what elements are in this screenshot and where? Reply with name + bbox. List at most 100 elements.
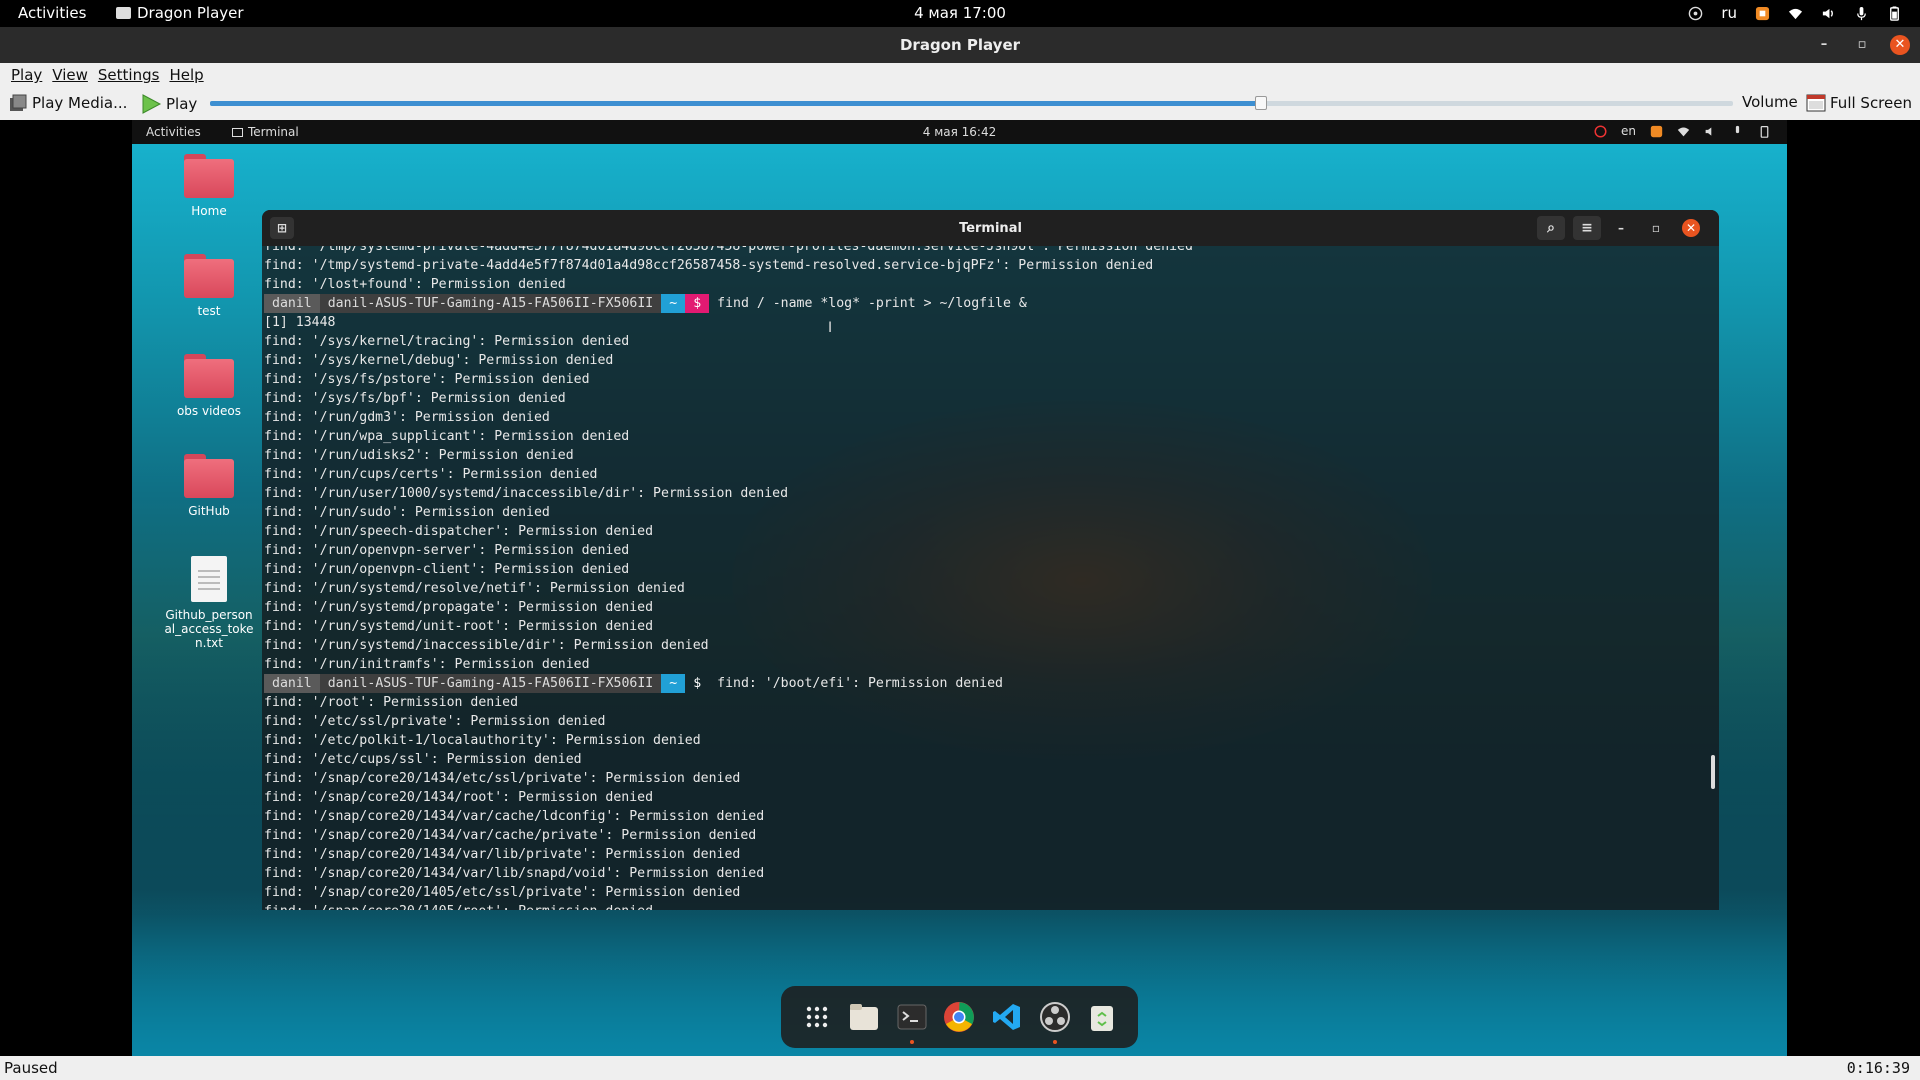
terminal-line: find: '/run/systemd/inaccessible/dir': P… xyxy=(264,638,709,653)
desktop-icon-label: Home xyxy=(191,204,227,218)
obs-tray-icon[interactable] xyxy=(1688,6,1703,21)
terminal-line: find: '/run/systemd/resolve/netif': Perm… xyxy=(264,581,685,596)
keyboard-layout[interactable]: ru xyxy=(1721,4,1737,22)
terminal-line: find: '/snap/core20/1434/etc/ssl/private… xyxy=(264,771,741,786)
video-area[interactable]: Activities Terminal 4 мая 16:42 en Home … xyxy=(0,120,1920,1056)
terminal-line: find: '/snap/core20/1434/var/lib/snapd/v… xyxy=(264,866,765,881)
play-media-label: Play Media... xyxy=(32,94,128,112)
volume-label: Volume xyxy=(1742,93,1798,111)
terminal-line: find: '/run/openvpn-server': Permission … xyxy=(264,543,630,558)
app-menu[interactable]: Dragon Player xyxy=(116,4,244,22)
volume-button[interactable]: Volume xyxy=(1742,93,1798,111)
terminal-small-icon xyxy=(232,127,243,137)
minimize-button[interactable]: – xyxy=(1814,35,1834,55)
menu-help-label: Help xyxy=(169,66,204,84)
status-bar: Paused 0:16:39 xyxy=(0,1056,1920,1080)
terminal-line: find: '/tmp/systemd-private-4add4e5f7f87… xyxy=(264,246,1193,254)
video-frame: Activities Terminal 4 мая 16:42 en Home … xyxy=(132,120,1787,1056)
desktop-icon-label: GitHub xyxy=(188,504,230,518)
menu-help[interactable]: Help xyxy=(164,63,208,87)
terminal-line: find: '/etc/polkit-1/localauthority': Pe… xyxy=(264,733,701,748)
prompt-segment-user: danil xyxy=(264,674,320,693)
terminal-line: find: '/run/systemd/propagate': Permissi… xyxy=(264,600,654,615)
maximize-button[interactable]: ▫ xyxy=(1852,35,1872,55)
terminal-line: find: '/run/user/1000/systemd/inaccessib… xyxy=(264,486,789,501)
full-screen-label: Full Screen xyxy=(1830,94,1912,112)
system-top-bar: Activities Dragon Player 4 мая 17:00 ru xyxy=(0,0,1920,27)
clock[interactable]: 4 мая 17:00 xyxy=(914,4,1006,22)
home-folder-icon xyxy=(184,154,234,198)
desktop-icon-test: test xyxy=(154,254,264,318)
desktop-icon-label: test xyxy=(197,304,221,318)
system-tray[interactable]: ru xyxy=(1688,4,1902,22)
battery-icon[interactable] xyxy=(1887,5,1902,21)
play-label: Play xyxy=(166,95,198,113)
window-title: Dragon Player xyxy=(899,36,1021,54)
prompt-segment-dir: ~ xyxy=(661,294,686,313)
running-indicator xyxy=(1052,1040,1057,1044)
wifi-icon[interactable] xyxy=(1788,6,1803,21)
close-button[interactable]: ✕ xyxy=(1890,35,1910,55)
prompt-segment-user: danil xyxy=(264,294,320,313)
terminal-line: find: '/snap/core20/1405/root': Permissi… xyxy=(264,902,1694,910)
volume-tray-icon[interactable] xyxy=(1821,6,1836,21)
terminal-line: find: '/run/cups/certs': Permission deni… xyxy=(264,467,598,482)
terminal-line: find: '/root': Permission denied xyxy=(264,695,519,710)
play-media-button[interactable]: Play Media... xyxy=(8,93,127,113)
chrome-icon xyxy=(941,999,977,1035)
terminal-output: find: '/tmp/systemd-private-4add4e5f7f87… xyxy=(264,246,1694,910)
full-screen-button[interactable]: Full Screen xyxy=(1806,93,1912,113)
terminal-line: find: '/snap/core20/1434/var/lib/private… xyxy=(264,847,741,862)
terminal-line: find: '/snap/core20/1434/var/cache/ldcon… xyxy=(264,809,765,824)
prompt-segment-host: danil-ASUS-TUF-Gaming-A15-FA506II-FX506I… xyxy=(319,294,662,313)
recorded-activities: Activities xyxy=(146,125,201,139)
desktop-icon-home: Home xyxy=(154,154,264,218)
terminal-icon xyxy=(894,999,930,1044)
terminal-line: find: '/sys/kernel/tracing': Permission … xyxy=(264,334,630,349)
terminal-close-icon: ✕ xyxy=(1682,219,1700,237)
terminal-scrollbar xyxy=(1711,755,1715,789)
recorded-mic-icon xyxy=(1735,125,1740,133)
menu-view-label: View xyxy=(52,66,88,84)
app-grid-icon xyxy=(799,999,835,1035)
recorded-app-menu: Terminal xyxy=(232,125,299,139)
update-notifier-icon[interactable] xyxy=(1755,6,1770,21)
prompt-segment-host: danil-ASUS-TUF-Gaming-A15-FA506II-FX506I… xyxy=(319,674,662,693)
terminal-line: find: '/run/udisks2': Permission denied xyxy=(264,448,574,463)
folder-icon xyxy=(184,454,234,498)
menu-view[interactable]: View xyxy=(47,63,93,87)
terminal-search-icon: ⌕ xyxy=(1537,216,1565,240)
terminal-line: find: '/run/wpa_supplicant': Permission … xyxy=(264,429,630,444)
menu-settings-label: Settings xyxy=(97,66,160,84)
recorded-app-label: Terminal xyxy=(248,125,299,139)
folder-icon xyxy=(184,354,234,398)
menu-play-label: Play xyxy=(11,66,43,84)
terminal-line: find: '/run/systemd/unit-root': Permissi… xyxy=(264,619,654,634)
terminal-line: find: '/run/gdm3': Permission denied xyxy=(264,410,550,425)
terminal-line: find: '/run/openvpn-client': Permission … xyxy=(264,562,630,577)
terminal-menu-icon: ≡ xyxy=(1573,216,1601,240)
window-title-bar[interactable]: Dragon Player – ▫ ✕ xyxy=(0,27,1920,63)
seek-slider[interactable] xyxy=(210,96,1733,110)
terminal-line: [1] 13448 xyxy=(264,315,336,330)
files-icon xyxy=(846,999,882,1035)
desktop-icon-token-file: Github_personal_access_token.txt xyxy=(154,556,264,650)
recorded-update-icon xyxy=(1650,125,1663,137)
prompt-command: find: '/boot/efi': Permission denied xyxy=(717,676,1003,691)
prompt-segment-dir: ~ xyxy=(661,674,686,693)
seek-handle[interactable] xyxy=(1254,96,1267,110)
menu-play[interactable]: Play xyxy=(6,63,47,87)
playback-time[interactable]: 0:16:39 xyxy=(1847,1059,1910,1077)
obs-recording-icon xyxy=(1594,124,1607,138)
desktop-icon-label: obs videos xyxy=(176,404,242,418)
play-button[interactable]: Play xyxy=(140,93,197,115)
menu-settings[interactable]: Settings xyxy=(93,63,165,87)
dragon-player-app-icon xyxy=(116,7,131,19)
terminal-line: find: '/etc/cups/ssl': Permission denied xyxy=(264,752,582,767)
obs-icon xyxy=(1037,999,1073,1044)
microphone-icon[interactable] xyxy=(1854,6,1869,21)
activities-button[interactable]: Activities xyxy=(18,4,86,22)
terminal-line: find: '/sys/fs/pstore': Permission denie… xyxy=(264,372,590,387)
terminal-line: find: '/sys/fs/bpf': Permission denied xyxy=(264,391,566,406)
recorded-tray: en xyxy=(1594,124,1771,138)
